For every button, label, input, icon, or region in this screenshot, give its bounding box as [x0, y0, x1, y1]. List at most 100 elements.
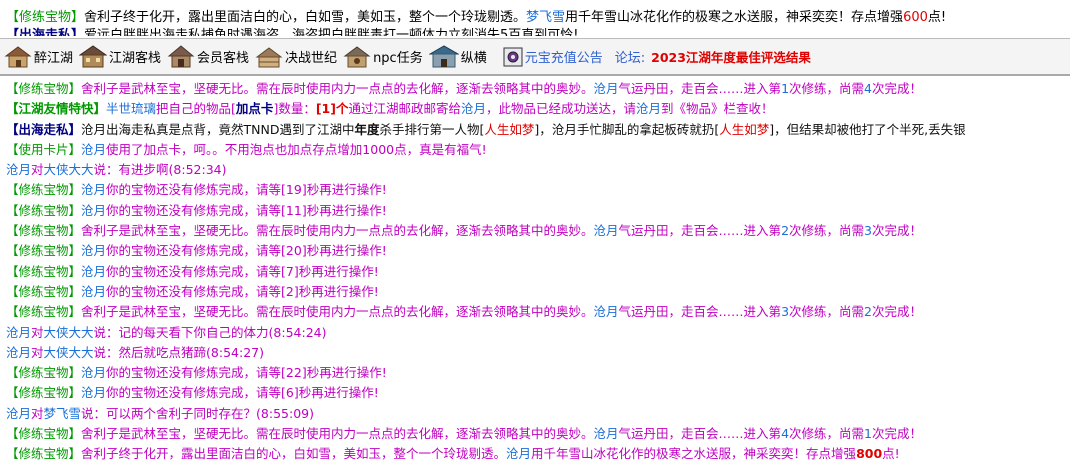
player-name[interactable]: 沧月 [81, 264, 106, 279]
count: 3 [864, 223, 872, 239]
nav-label: 醉江湖 [34, 51, 74, 66]
player-name[interactable]: 大侠大大 [44, 345, 94, 360]
player-name[interactable]: 沧月 [6, 406, 31, 421]
message-text: 次修练，尚需 [789, 81, 865, 96]
player-name[interactable]: 梦飞雪 [44, 406, 82, 421]
wait-seconds: 6 [285, 385, 294, 401]
message-text: 说：记的每天看下你自己的体力(8:54:24) [93, 324, 327, 340]
message-text: ]秒再进行操作! [293, 263, 379, 279]
count: 4 [781, 426, 790, 442]
message-text: 说：然后就吃点猪蹄(8:54:27) [93, 344, 264, 360]
tag-card: 【使用卡片】 [6, 141, 82, 157]
palace-icon [428, 44, 459, 67]
message-text: 对 [31, 344, 44, 360]
nav-jianghu-inn[interactable]: 江湖客栈 [79, 44, 161, 70]
player-name[interactable]: 沧月 [81, 122, 106, 137]
chat-message: 沧月对大侠大大说：然后就吃点猪蹄(8:54:27) [0, 343, 1070, 363]
battle-house-icon [255, 46, 283, 67]
ticker-text: 用千年雪山冰花化作的极寒之水送服，神采奕奕！存点增强 [565, 10, 904, 25]
player-name[interactable]: 沧月 [81, 243, 106, 258]
message-text: ]秒再进行操作! [301, 365, 387, 381]
message-text: 你的宝物还没有修炼完成，请等[ [106, 365, 286, 381]
player-name[interactable]: 梦飞雪 [526, 10, 565, 25]
message-text: 气运丹田，走百会……进入第 [618, 81, 782, 96]
wait-seconds: 7 [285, 263, 294, 279]
message-text: 对 [31, 405, 44, 421]
player-name[interactable]: 沧月 [6, 162, 31, 177]
player-name[interactable]: 沧月 [594, 81, 619, 96]
tag-friend-express: 【江湖友情特快】 [6, 101, 107, 117]
message-text: 次完成！ [871, 223, 922, 239]
tag-treasure: 【修练宝物】 [6, 283, 82, 299]
chat-message: 【修练宝物】舍利子是武林至宝，坚硬无比。需在辰时使用内力一点点的去化解，逐渐去领… [0, 302, 1070, 322]
player-name[interactable]: 沧月 [552, 122, 577, 137]
wait-seconds: 19 [285, 182, 302, 198]
player-name[interactable]: 沧月 [81, 142, 106, 157]
message-text: 次完成！ [871, 304, 922, 320]
player-name[interactable]: 沧月 [81, 284, 106, 299]
chat-message: 【出海走私】沧月出海走私真是点背，竟然TNND遇到了江湖中年度杀手排行第一人物[… [0, 120, 1070, 140]
message-text: 杀手排行第一人物[ [379, 121, 485, 137]
player-name[interactable]: 沧月 [506, 446, 531, 461]
wait-seconds: 22 [285, 365, 302, 381]
message-text: 对 [31, 324, 44, 340]
nav-zongheng[interactable]: 纵横 [428, 44, 487, 70]
ticker-text: 爱远白胖胖出海走私捕鱼时遇海盗，海盗把白胖胖毒打一顿体力立刻消失5百直到可怜! [84, 28, 579, 36]
message-text: ]秒再进行操作! [301, 202, 387, 218]
nav-battle-century[interactable]: 决战世纪 [255, 44, 337, 70]
message-text: 你的宝物还没有修炼完成，请等[ [106, 385, 286, 401]
player-name[interactable]: 沧月 [81, 365, 106, 380]
player-name[interactable]: 沧月 [6, 345, 31, 360]
nav-zuijianghu[interactable]: 醉江湖 [4, 44, 73, 70]
nav-recharge-notice[interactable]: 元宝充值公告 [503, 47, 603, 67]
player-name[interactable]: 半世琉璃 [106, 101, 156, 116]
message-text: ]秒再进行操作! [301, 182, 387, 198]
player-name[interactable]: 沧月 [594, 223, 619, 238]
player-name[interactable]: 大侠大大 [44, 162, 94, 177]
nav-label: 决战世纪 [285, 51, 338, 66]
player-name[interactable]: 人生如梦 [719, 122, 769, 137]
player-name[interactable]: 沧月 [81, 385, 106, 400]
message-text: 舍利子是武林至宝，坚硬无比。需在辰时使用内力一点点的去化解，逐渐去领略其中的奥妙… [81, 223, 594, 239]
message-text: 说：有进步啊(8:52:34) [93, 162, 227, 178]
player-name[interactable]: 沧月 [81, 182, 106, 197]
tag-treasure: 【修练宝物】 [6, 10, 85, 25]
tavern-house-icon [4, 45, 32, 67]
player-name[interactable]: 大侠大大 [44, 325, 94, 340]
nav-npc-quest[interactable]: npc任务 [343, 44, 423, 70]
chat-message: 【修练宝物】沧月你的宝物还没有修炼完成，请等[7]秒再进行操作! [0, 262, 1070, 282]
player-name[interactable]: 人生如梦 [484, 122, 534, 137]
message-text: 次完成！ [871, 426, 922, 442]
nav-label: 会员客栈 [197, 51, 250, 66]
chat-message: 【江湖友情特快】半世琉璃把自己的物品[加点卡]数量：[1]个通过江湖邮政邮寄给沧… [0, 99, 1070, 119]
player-name[interactable]: 沧月 [461, 101, 486, 116]
ticker-number: 600 [903, 10, 928, 25]
inn-house-icon [79, 44, 108, 67]
chat-message: 【修练宝物】沧月你的宝物还没有修炼完成，请等[22]秒再进行操作! [0, 363, 1070, 383]
item-quantity: [1]个 [315, 101, 349, 117]
message-text: 把自己的物品[ [156, 101, 236, 117]
player-name[interactable]: 沧月 [6, 325, 31, 340]
message-text: ]，但结果却被他打了个半死,丢失银 [769, 121, 966, 137]
forum-label: 论坛: [614, 51, 646, 66]
tag-smuggle: 【出海走私】 [6, 28, 85, 36]
player-name[interactable]: 沧月 [636, 101, 661, 116]
message-text: 你的宝物还没有修炼完成，请等[ [106, 182, 286, 198]
count: 3 [781, 304, 790, 320]
chat-message: 【修练宝物】沧月你的宝物还没有修炼完成，请等[2]秒再进行操作! [0, 282, 1070, 302]
message-text: 次修练，尚需 [789, 426, 865, 442]
player-name[interactable]: 沧月 [81, 203, 106, 218]
player-name[interactable]: 沧月 [594, 304, 619, 319]
player-name[interactable]: 沧月 [594, 426, 619, 441]
message-text: 你的宝物还没有修炼完成，请等[ [106, 283, 286, 299]
npc-quest-icon [343, 45, 371, 67]
nav-member-inn[interactable]: 会员客栈 [167, 44, 249, 70]
tag-treasure: 【修练宝物】 [6, 304, 82, 320]
forum-link[interactable]: 2023江湖年度最佳评选结果 [651, 47, 811, 66]
ticker-text: 点! [927, 10, 947, 25]
tag-treasure: 【修练宝物】 [6, 446, 82, 462]
tag-treasure: 【修练宝物】 [6, 365, 82, 381]
chat-message: 【修练宝物】沧月你的宝物还没有修炼完成，请等[6]秒再进行操作! [0, 383, 1070, 403]
message-text: 气运丹田，走百会……进入第 [618, 304, 782, 320]
chat-log: 【修练宝物】 舍利子是武林至宝，坚硬无比。需在辰时使用内力一点点的去化解，逐渐去领… [0, 79, 1070, 467]
